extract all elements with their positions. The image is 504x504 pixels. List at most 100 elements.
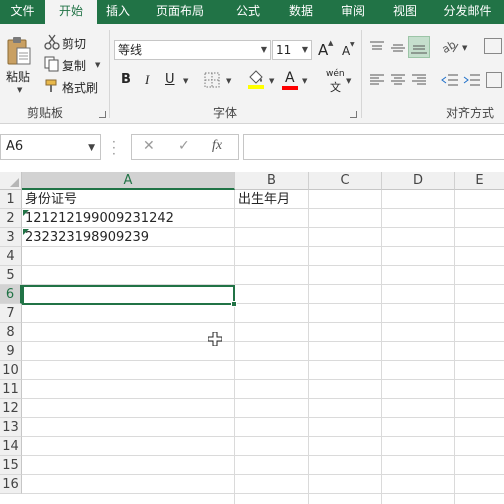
row-header-16[interactable]: 16	[0, 475, 22, 494]
font-color-swatch	[282, 86, 298, 90]
borders-dropdown-icon[interactable]: ▼	[226, 77, 231, 85]
align-bottom-button[interactable]	[408, 36, 430, 58]
row-header-6[interactable]: 6	[0, 285, 22, 304]
merge-center-icon[interactable]	[486, 72, 502, 88]
row-header-12[interactable]: 12	[0, 399, 22, 418]
fill-color-icon[interactable]	[246, 69, 266, 92]
name-box[interactable]: A6 ▼	[0, 134, 101, 160]
row-header-15[interactable]: 15	[0, 456, 22, 475]
gridline	[22, 360, 504, 361]
gridline	[22, 493, 504, 494]
align-top-icon[interactable]	[369, 40, 385, 59]
tab-data[interactable]: 数据	[275, 0, 327, 24]
increase-indent-icon[interactable]	[463, 72, 481, 91]
cell-a3[interactable]: 232323198909239	[22, 228, 234, 247]
italic-button[interactable]: I	[145, 72, 149, 88]
cell-a1[interactable]: 身份证号	[22, 190, 234, 209]
row-header-8[interactable]: 8	[0, 323, 22, 342]
row-header-13[interactable]: 13	[0, 418, 22, 437]
grow-font-button[interactable]: A	[318, 41, 328, 59]
font-size-dropdown-icon[interactable]: ▼	[302, 41, 308, 59]
phonetic-guide-dropdown-icon[interactable]: ▼	[346, 77, 351, 85]
format-painter-button[interactable]: 格式刷	[62, 79, 98, 96]
tab-home[interactable]: 开始	[45, 0, 97, 24]
orientation-dropdown-icon[interactable]: ▼	[462, 44, 467, 52]
bold-button[interactable]: B	[121, 72, 131, 87]
format-painter-icon[interactable]	[44, 78, 60, 97]
font-name-combo[interactable]: 等线 ▼	[114, 40, 271, 60]
underline-button[interactable]: U	[165, 72, 175, 87]
tab-page-layout[interactable]: 页面布局	[139, 0, 221, 24]
paste-button[interactable]: 粘贴	[6, 68, 30, 85]
tab-view[interactable]: 视图	[379, 0, 431, 24]
borders-icon[interactable]	[204, 72, 220, 91]
tab-review[interactable]: 审阅	[327, 0, 379, 24]
tab-file[interactable]: 文件	[0, 0, 45, 24]
row-header-1[interactable]: 1	[0, 190, 22, 209]
row-header-11[interactable]: 11	[0, 380, 22, 399]
font-name-value: 等线	[118, 43, 143, 57]
copy-dropdown-icon[interactable]: ▼	[95, 61, 100, 69]
cancel-icon[interactable]: ✕	[143, 138, 155, 154]
shrink-font-button[interactable]: A	[342, 44, 350, 58]
formula-input[interactable]	[243, 134, 504, 160]
phonetic-guide-label-bottom[interactable]: 文	[330, 79, 341, 95]
gridline	[22, 322, 504, 323]
paste-icon[interactable]	[6, 36, 32, 69]
paste-dropdown-icon[interactable]: ▼	[17, 86, 22, 94]
copy-icon[interactable]	[44, 56, 60, 75]
row-header-4[interactable]: 4	[0, 247, 22, 266]
font-color-dropdown-icon[interactable]: ▼	[302, 77, 307, 85]
ribbon: 粘贴 ▼ 剪切 复制 ▼ 格式刷 剪贴板 等线 ▼ 11 ▼ A ▲ A ▼ B…	[0, 24, 504, 124]
align-center-icon[interactable]	[390, 72, 406, 91]
gridline	[22, 379, 504, 380]
gridline	[234, 190, 235, 504]
enter-icon[interactable]: ✓	[178, 138, 190, 154]
row-header-3[interactable]: 3	[0, 228, 22, 247]
clipboard-group-label: 剪贴板	[26, 106, 63, 120]
row-header-10[interactable]: 10	[0, 361, 22, 380]
name-box-dropdown-icon[interactable]: ▼	[88, 136, 95, 160]
tab-formulas[interactable]: 公式	[221, 0, 275, 24]
tab-mailings[interactable]: 分发邮件	[431, 0, 504, 24]
error-indicator-icon[interactable]	[23, 229, 29, 235]
row-header-2[interactable]: 2	[0, 209, 22, 228]
insert-function-icon[interactable]: fx	[212, 138, 222, 154]
orientation-icon[interactable]: ab	[440, 38, 461, 59]
font-color-button[interactable]: A	[285, 70, 295, 86]
row-header-7[interactable]: 7	[0, 304, 22, 323]
select-all-button[interactable]	[0, 172, 22, 190]
row-header-5[interactable]: 5	[0, 266, 22, 285]
group-separator	[361, 30, 362, 118]
error-indicator-icon[interactable]	[23, 210, 29, 216]
row-header-14[interactable]: 14	[0, 437, 22, 456]
align-middle-icon[interactable]	[390, 40, 406, 59]
tab-insert[interactable]: 插入	[97, 0, 139, 24]
column-header-c[interactable]: C	[309, 172, 382, 190]
column-header-d[interactable]: D	[382, 172, 455, 190]
column-header-e[interactable]: E	[455, 172, 504, 190]
cut-icon[interactable]	[44, 34, 60, 53]
align-left-icon[interactable]	[369, 72, 385, 91]
row-header-9[interactable]: 9	[0, 342, 22, 361]
fill-color-dropdown-icon[interactable]: ▼	[269, 77, 274, 85]
cell-a2[interactable]: 121212199009231242	[22, 209, 234, 228]
resize-handle-icon[interactable]: · · ·	[112, 136, 116, 160]
cut-button[interactable]: 剪切	[62, 35, 86, 52]
wrap-text-icon[interactable]	[484, 38, 502, 54]
decrease-indent-icon[interactable]	[441, 72, 459, 91]
gridline	[381, 190, 382, 504]
column-header-b[interactable]: B	[235, 172, 309, 190]
font-name-dropdown-icon[interactable]: ▼	[261, 41, 267, 59]
cell-b1[interactable]: 出生年月	[235, 190, 308, 209]
underline-dropdown-icon[interactable]: ▼	[183, 77, 188, 85]
clipboard-dialog-launcher-icon[interactable]	[99, 111, 106, 118]
active-cell-a6[interactable]	[22, 285, 235, 305]
font-dialog-launcher-icon[interactable]	[350, 111, 357, 118]
align-right-icon[interactable]	[411, 72, 427, 91]
column-header-a[interactable]: A	[22, 172, 235, 190]
phonetic-guide-label-top[interactable]: wén	[326, 69, 345, 79]
fill-handle[interactable]	[231, 301, 237, 307]
font-size-combo[interactable]: 11 ▼	[272, 40, 312, 60]
copy-button[interactable]: 复制	[62, 57, 86, 74]
